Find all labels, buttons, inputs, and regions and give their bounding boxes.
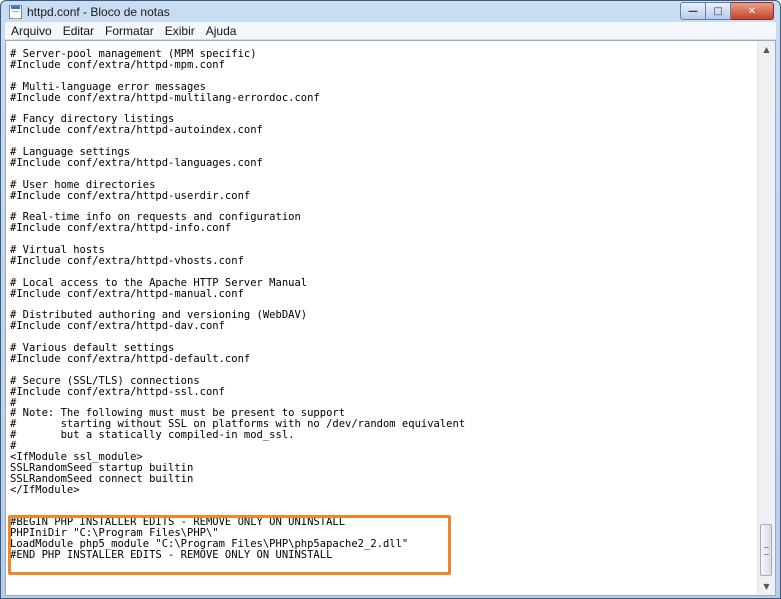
text-line: #Include conf/extra/httpd-mpm.conf (10, 58, 225, 71)
text-line: #Include conf/extra/httpd-vhosts.conf (10, 254, 244, 267)
text-editor[interactable]: # Server-pool management (MPM specific) #… (5, 40, 776, 596)
minimize-button[interactable]: — (680, 2, 706, 20)
text-line: #Include conf/extra/httpd-dav.conf (10, 320, 225, 333)
text-line: #Include conf/extra/httpd-autoindex.conf (10, 124, 263, 137)
text-line: # Multi-language error messages (10, 80, 206, 93)
text-line: SSLRandomSeed connect builtin (10, 472, 194, 485)
scroll-grip-icon (764, 547, 769, 555)
notepad-icon[interactable] (9, 5, 22, 19)
text-line: #Include conf/extra/httpd-info.conf (10, 222, 232, 235)
menu-formatar[interactable]: Formatar (99, 24, 159, 38)
text-line: # User home directories (10, 178, 156, 191)
menu-ajuda[interactable]: Ajuda (200, 24, 242, 38)
document-text[interactable]: # Server-pool management (MPM specific) #… (10, 49, 465, 561)
text-line: #Include conf/extra/httpd-languages.conf (10, 156, 263, 169)
text-line: </IfModule> (10, 483, 80, 496)
text-line: # Local access to the Apache HTTP Server… (10, 276, 308, 289)
text-line: #Include conf/extra/httpd-multilang-erro… (10, 91, 320, 104)
text-line: # Secure (SSL/TLS) connections (10, 374, 200, 387)
scroll-down-arrow-icon[interactable]: ▼ (758, 578, 775, 595)
menu-exibir[interactable]: Exibir (159, 24, 200, 38)
text-line: #Include conf/extra/httpd-userdir.conf (10, 189, 251, 202)
close-icon: ✕ (747, 5, 757, 17)
php-edits-highlight-box (8, 515, 451, 575)
close-button[interactable]: ✕ (731, 2, 774, 20)
scroll-thumb[interactable] (760, 524, 772, 576)
title-bar[interactable]: httpd.conf - Bloco de notas — □ ✕ (1, 1, 780, 22)
text-line: #Include conf/extra/httpd-ssl.conf (10, 385, 225, 398)
window-title: httpd.conf - Bloco de notas (27, 5, 170, 19)
minimize-icon: — (688, 5, 698, 17)
text-line (10, 496, 465, 507)
scroll-up-arrow-icon[interactable]: ▲ (758, 41, 775, 58)
menu-editar[interactable]: Editar (57, 24, 99, 38)
text-line: # but a statically compiled-in mod_ssl. (10, 429, 295, 442)
vertical-scrollbar[interactable]: ▲ ▼ (757, 41, 775, 595)
notepad-window: httpd.conf - Bloco de notas — □ ✕ Arquiv… (0, 0, 781, 599)
caption-buttons: — □ ✕ (680, 2, 774, 20)
menu-arquivo[interactable]: Arquivo (5, 24, 57, 38)
maximize-button[interactable]: □ (706, 2, 731, 20)
text-line: #Include conf/extra/httpd-default.conf (10, 352, 251, 365)
text-line: #Include conf/extra/httpd-manual.conf (10, 287, 244, 300)
maximize-icon: □ (713, 5, 723, 17)
menu-bar: Arquivo Editar Formatar Exibir Ajuda (5, 22, 776, 40)
